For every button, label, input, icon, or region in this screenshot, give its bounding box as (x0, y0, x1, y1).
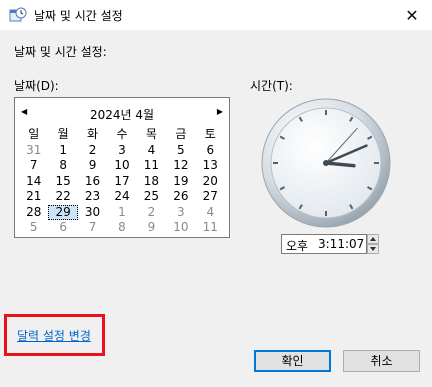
time-decrement-button[interactable] (367, 244, 379, 254)
chevron-up-icon (370, 237, 376, 241)
calendar-day-other-month[interactable]: 3 (166, 205, 195, 221)
analog-clock (261, 98, 391, 228)
month-title[interactable]: 2024년 4월 (15, 106, 229, 123)
calendar-day[interactable]: 6 (196, 143, 225, 159)
calendar-day[interactable]: 29 (48, 204, 78, 220)
chevron-down-icon (370, 247, 376, 251)
calendar-day[interactable]: 14 (19, 174, 48, 190)
calendar-day-other-month[interactable]: 4 (196, 205, 225, 221)
calendar-day-other-month[interactable]: 11 (196, 220, 225, 236)
calendar-day[interactable]: 30 (78, 205, 107, 221)
calendar-day-other-month[interactable]: 9 (137, 220, 166, 236)
calendar-day[interactable]: 2 (78, 143, 107, 159)
calendar-day-other-month[interactable]: 2 (137, 205, 166, 221)
calendar-day[interactable]: 4 (137, 143, 166, 159)
date-time-icon (9, 7, 27, 22)
calendar-day[interactable]: 10 (107, 158, 136, 174)
calendar-day-other-month[interactable]: 1 (107, 205, 136, 221)
calendar-day[interactable]: 28 (19, 205, 48, 221)
calendar-day[interactable]: 20 (196, 174, 225, 190)
weekday-header: 일 (28, 127, 40, 141)
calendar-day[interactable]: 25 (137, 189, 166, 205)
close-icon: ✕ (405, 5, 419, 25)
ok-button[interactable]: 확인 (254, 350, 331, 372)
calendar-day-other-month[interactable]: 6 (48, 220, 77, 236)
calendar-day[interactable]: 19 (166, 174, 195, 190)
calendar-day-other-month[interactable]: 31 (19, 143, 48, 159)
date-label: 날짜(D): (14, 79, 59, 93)
weekday-header: 화 (87, 127, 99, 141)
weekday-header: 월 (57, 127, 69, 141)
title-bar: 날짜 및 시간 설정 ✕ (0, 0, 432, 30)
calendar-day[interactable]: 13 (196, 158, 225, 174)
cancel-button[interactable]: 취소 (343, 350, 420, 372)
calendar-day[interactable]: 24 (107, 189, 136, 205)
calendar-day[interactable]: 5 (166, 143, 195, 159)
calendar-day[interactable]: 9 (78, 158, 107, 174)
next-month-icon[interactable]: ▶ (217, 107, 223, 116)
time-input[interactable]: 오후 3:11:07 (281, 234, 367, 254)
weekday-header: 토 (204, 127, 216, 141)
section-label: 날짜 및 시간 설정: (14, 45, 107, 59)
calendar-day[interactable]: 16 (78, 174, 107, 190)
calendar-grid: 일 월 화 수 목 금 토 31 1 2 3 4 5 6 7 8 9 10 11 12 13 14 15 16 17 18 19 20… (19, 127, 225, 236)
highlight-box: 달력 설정 변경 (4, 314, 105, 356)
calendar-day-other-month[interactable]: 7 (78, 220, 107, 236)
calendar-day[interactable]: 7 (19, 158, 48, 174)
calendar-day[interactable]: 8 (48, 158, 77, 174)
time-ampm[interactable]: 오후 (286, 237, 308, 254)
time-value[interactable]: 3:11:07 (318, 237, 364, 251)
time-increment-button[interactable] (367, 234, 379, 244)
calendar-day[interactable]: 12 (166, 158, 195, 174)
time-label: 시간(T): (250, 79, 293, 93)
calendar-day[interactable]: 26 (166, 189, 195, 205)
calendar-day-other-month[interactable]: 10 (166, 220, 195, 236)
calendar-day[interactable]: 22 (48, 189, 77, 205)
calendar-day[interactable]: 11 (137, 158, 166, 174)
calendar: ◀ 2024년 4월 ▶ 일 월 화 수 목 금 토 31 1 2 3 4 5 6 7 8 9 10 11 12 13 1… (14, 97, 230, 238)
calendar-day[interactable]: 18 (137, 174, 166, 190)
calendar-day[interactable]: 23 (78, 189, 107, 205)
calendar-day[interactable]: 15 (48, 174, 77, 190)
calendar-day-other-month[interactable]: 8 (107, 220, 136, 236)
calendar-day[interactable]: 17 (107, 174, 136, 190)
calendar-day[interactable]: 27 (196, 189, 225, 205)
change-calendar-settings-link[interactable]: 달력 설정 변경 (17, 327, 91, 344)
window-title: 날짜 및 시간 설정 (34, 9, 123, 23)
calendar-day[interactable]: 21 (19, 189, 48, 205)
calendar-day-other-month[interactable]: 5 (19, 220, 48, 236)
weekday-header: 수 (116, 127, 128, 141)
weekday-header: 목 (145, 127, 157, 141)
weekday-header: 금 (175, 127, 187, 141)
calendar-day[interactable]: 3 (107, 143, 136, 159)
calendar-day[interactable]: 1 (48, 143, 77, 159)
close-button[interactable]: ✕ (392, 0, 432, 30)
